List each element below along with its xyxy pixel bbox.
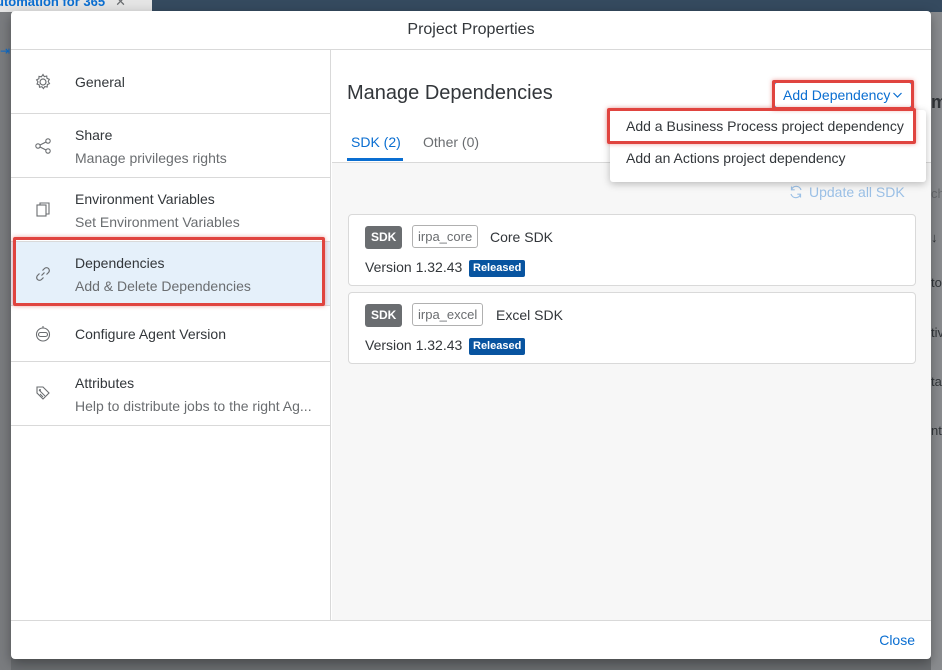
tab-sdk[interactable]: SDK (2) <box>351 134 401 150</box>
sidebar-item-title: Dependencies <box>75 255 165 271</box>
robot-icon <box>33 324 53 344</box>
close-button[interactable]: Close <box>879 632 915 648</box>
sidebar-item-title: Configure Agent Version <box>75 326 226 342</box>
sidebar-item-dependencies[interactable]: Dependencies Add & Delete Dependencies <box>11 242 330 306</box>
sidebar-item-configure-agent-version[interactable]: Configure Agent Version <box>11 306 330 362</box>
project-properties-dialog: Project Properties General Share Manage … <box>11 11 931 659</box>
sidebar-item-title: Attributes <box>75 375 135 391</box>
sdk-name: Excel SDK <box>496 307 563 323</box>
package-tag: irpa_core <box>412 225 479 248</box>
menu-item-business-process-dependency[interactable]: Add a Business Process project dependenc… <box>610 110 926 142</box>
background-left-edge: ⇥ <box>0 12 11 670</box>
dialog-title: Project Properties <box>11 11 931 50</box>
sidebar-item-title: Share <box>75 127 113 143</box>
close-icon: ✕ <box>115 0 126 9</box>
status-badge: Released <box>469 338 526 355</box>
sdk-version: Version 1.32.43 <box>365 337 463 353</box>
documents-icon <box>33 200 53 220</box>
background-tab-title: utomation for 365 <box>0 0 106 9</box>
sdk-version: Version 1.32.43 <box>365 259 463 275</box>
update-all-sdk-label: Update all SDK <box>809 184 905 200</box>
status-badge: Released <box>469 260 526 277</box>
sidebar: General Share Manage privileges rights E… <box>11 50 331 620</box>
sidebar-item-subtitle: Manage privileges rights <box>75 150 227 166</box>
chain-link-icon <box>33 264 53 284</box>
background-right-edge: m ch ↓ to tiv ta nt <box>931 12 942 670</box>
share-icon <box>33 136 53 156</box>
sidebar-item-environment-variables[interactable]: Environment Variables Set Environment Va… <box>11 178 330 242</box>
sidebar-item-attributes[interactable]: Attributes Help to distribute jobs to th… <box>11 362 330 426</box>
background-cell: ta <box>931 374 942 389</box>
add-dependency-label: Add Dependency <box>783 87 891 103</box>
tags-icon <box>33 384 53 404</box>
add-dependency-button[interactable]: Add Dependency <box>774 82 912 108</box>
background-cell: ch <box>931 186 942 201</box>
sdk-card-excel: SDK irpa_excel Excel SDK Version 1.32.43… <box>348 292 916 364</box>
background-cell: m <box>931 92 942 112</box>
arrow-icon: ⇥ <box>0 44 11 58</box>
page-title: Manage Dependencies <box>347 82 553 104</box>
sidebar-item-subtitle: Set Environment Variables <box>75 214 240 230</box>
background-cell: nt <box>931 423 942 438</box>
update-all-sdk-button[interactable]: Update all SDK <box>789 184 905 200</box>
sidebar-item-title: General <box>75 74 125 90</box>
sdk-badge: SDK <box>365 304 403 327</box>
add-dependency-menu: Add a Business Process project dependenc… <box>610 110 926 182</box>
dialog-footer: Close <box>11 620 931 659</box>
sidebar-item-share[interactable]: Share Manage privileges rights <box>11 114 330 178</box>
refresh-icon <box>789 184 803 200</box>
sidebar-item-subtitle: Help to distribute jobs to the right Ag.… <box>75 398 312 414</box>
background-cell: ↓ <box>931 230 938 245</box>
sidebar-item-title: Environment Variables <box>75 191 215 207</box>
sidebar-item-general[interactable]: General <box>11 50 330 114</box>
sdk-name: Core SDK <box>490 229 554 245</box>
sdk-badge: SDK <box>365 226 403 249</box>
tab-active-indicator <box>347 158 403 161</box>
package-tag: irpa_excel <box>412 303 484 326</box>
background-cell: to <box>931 275 942 290</box>
sidebar-item-subtitle: Add & Delete Dependencies <box>75 278 251 294</box>
menu-item-actions-dependency[interactable]: Add an Actions project dependency <box>610 142 926 174</box>
background-cell: tiv <box>931 325 942 340</box>
tab-other[interactable]: Other (0) <box>423 134 479 150</box>
gear-icon <box>33 72 53 92</box>
sdk-card-core: SDK irpa_core Core SDK Version 1.32.43 R… <box>348 214 916 286</box>
